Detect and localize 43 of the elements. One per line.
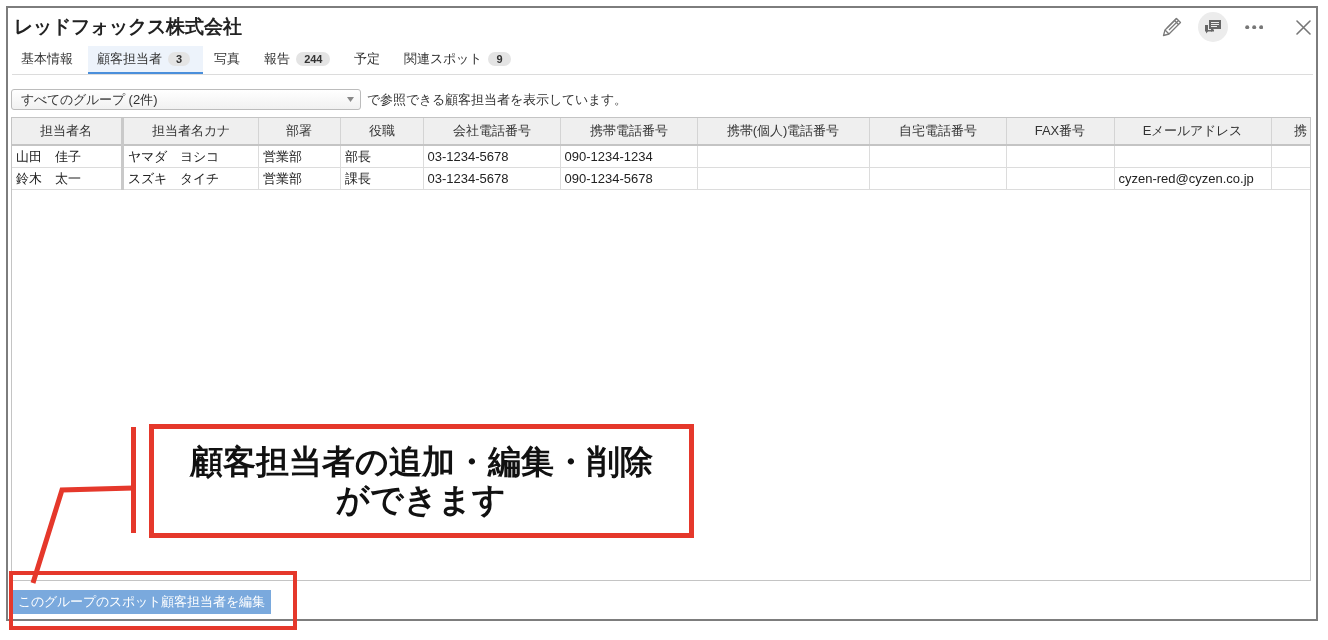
table-cell: スズキ タイチ <box>122 167 258 190</box>
tab[interactable]: 基本情報 <box>12 46 86 74</box>
column-header[interactable]: 自宅電話番号 <box>869 118 1006 145</box>
tab[interactable]: 関連スポット 9 <box>395 46 524 74</box>
filter-caption: で参照できる顧客担当者を表示しています。 <box>367 90 627 109</box>
chat-bubbles-icon <box>1205 20 1221 34</box>
tab[interactable]: 写真 <box>205 46 254 74</box>
table-cell: 営業部 <box>258 145 340 168</box>
count-badge: 244 <box>296 52 331 66</box>
count-badge: 9 <box>488 52 511 66</box>
column-header[interactable]: 会社電話番号 <box>423 118 560 145</box>
column-header[interactable]: 部署 <box>258 118 340 145</box>
column-header[interactable]: 携 <box>1271 118 1310 145</box>
count-badge: 3 <box>168 52 191 66</box>
table-cell: ヤマダ ヨシコ <box>122 145 258 168</box>
comments-button[interactable] <box>1198 12 1228 42</box>
table-cell: 課長 <box>340 167 423 190</box>
window-title: レッドフォックス株式会社 <box>14 15 242 39</box>
column-header[interactable]: 担当者名カナ <box>122 118 258 145</box>
tab[interactable]: 予定 <box>345 46 394 74</box>
column-header[interactable]: 携帯電話番号 <box>560 118 697 145</box>
tab[interactable]: 報告 244 <box>255 46 344 74</box>
column-header[interactable]: 役職 <box>340 118 423 145</box>
table-cell: 山田 佳子 <box>12 145 122 168</box>
table-cell: 営業部 <box>258 167 340 190</box>
pencil-icon <box>1162 17 1182 37</box>
caret-icon <box>347 97 354 102</box>
table-cell: 090-1234-1234 <box>560 145 697 168</box>
callout-text: 顧客担当者の追加・編集・削除ができます <box>188 443 654 519</box>
column-header[interactable]: 携帯(個人)電話番号 <box>697 118 869 145</box>
table-cell: 03-1234-5678 <box>423 167 560 190</box>
tab[interactable]: 顧客担当者 3 <box>88 46 204 74</box>
table-cell: 部長 <box>340 145 423 168</box>
column-header[interactable]: FAX番号 <box>1006 118 1114 145</box>
group-select[interactable]: すべてのグループ (2件) <box>11 89 361 110</box>
column-header[interactable]: 担当者名 <box>12 118 122 145</box>
table-cell: 鈴木 太一 <box>12 167 122 190</box>
table-cell: 090-1234-5678 <box>560 167 697 190</box>
table-cell: 03-1234-5678 <box>423 145 560 168</box>
column-header[interactable]: Eメールアドレス <box>1114 118 1271 145</box>
more-icon <box>1244 24 1264 30</box>
close-icon <box>1295 19 1311 35</box>
table-cell: cyzen-red@cyzen.co.jp <box>1114 167 1271 190</box>
